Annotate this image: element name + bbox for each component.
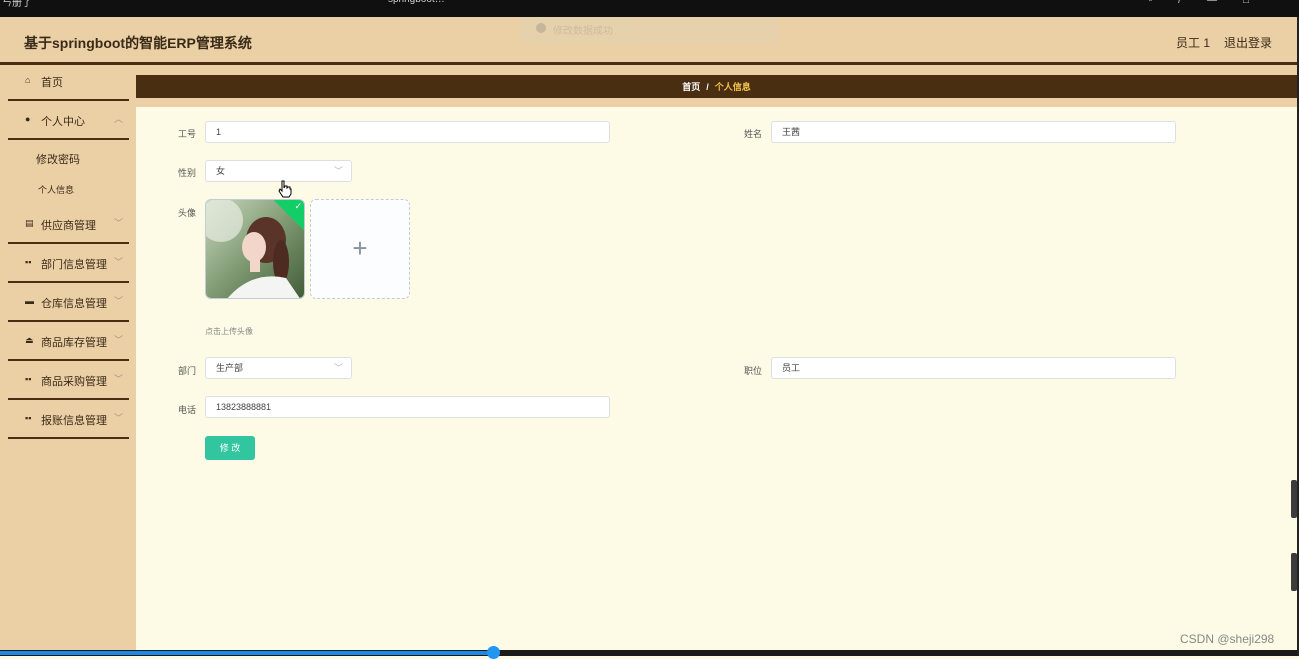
- avatar-upload-button[interactable]: +: [310, 199, 410, 299]
- sidebar-item-label: 供应商管理: [41, 220, 96, 232]
- name-label: 姓名: [744, 129, 763, 139]
- sidebar-item-label: 商品采购管理: [41, 376, 107, 388]
- department-select[interactable]: 生产部 ﹀: [205, 357, 352, 379]
- warehouse-icon: ▬: [25, 296, 34, 306]
- scrollbar-thumb-secondary[interactable]: [1291, 553, 1297, 591]
- hand-cursor-icon: [278, 180, 292, 198]
- chevron-down-icon: ﹀: [113, 374, 123, 384]
- sidebar-item-warehouse[interactable]: ▬ 仓库信息管理 ﹀: [8, 283, 129, 322]
- sidebar-subitem-personal-info[interactable]: 个人信息: [8, 174, 129, 204]
- breadcrumb-top-band: [136, 65, 1297, 75]
- job-no-label: 工号: [178, 129, 197, 139]
- avatar-upload-tip: 点击上传头像: [205, 327, 253, 336]
- sidebar-item-label: 仓库信息管理: [41, 298, 107, 310]
- breadcrumb: 首页 / 个人信息: [136, 75, 1297, 98]
- toast-message: 修改数据成功: [553, 26, 613, 37]
- document-icon: ▤: [25, 218, 34, 228]
- current-user: 员工 1: [1176, 36, 1211, 50]
- avatar-label: 头像: [178, 208, 197, 218]
- sidebar-subitem-label: 修改密码: [36, 154, 80, 166]
- app-title: 基于springboot的智能ERP管理系统: [24, 35, 252, 51]
- window-title-text: springboot…: [388, 0, 445, 5]
- avatar-image[interactable]: ✓: [205, 199, 305, 299]
- grid-icon: ▪▪: [25, 257, 32, 267]
- scrollbar-thumb[interactable]: [1291, 480, 1297, 518]
- position-label: 职位: [744, 366, 763, 376]
- gender-select-value: 女: [216, 166, 226, 176]
- breadcrumb-separator: /: [706, 82, 709, 92]
- success-icon: [536, 23, 546, 33]
- chevron-up-icon: ︿: [113, 114, 123, 124]
- department-select-value: 生产部: [216, 363, 244, 373]
- sidebar-item-home[interactable]: ⌂ 首页: [8, 62, 129, 101]
- job-no-input[interactable]: 1: [205, 121, 610, 143]
- window-controls[interactable]: ▫/—□: [1149, 0, 1275, 6]
- sidebar-item-expense[interactable]: ▪▪ 报账信息管理 ﹀: [8, 400, 129, 439]
- name-input[interactable]: 王茜: [771, 121, 1176, 143]
- phone-label: 电话: [178, 405, 197, 415]
- plus-icon: +: [352, 233, 368, 263]
- breadcrumb-current: 个人信息: [714, 82, 751, 92]
- chevron-down-icon: ﹀: [113, 257, 123, 267]
- sidebar-subitem-label: 个人信息: [38, 185, 75, 195]
- sidebar-item-label: 个人中心: [41, 116, 85, 128]
- sidebar-item-inventory[interactable]: ⏏ 商品库存管理 ﹀: [8, 322, 129, 361]
- grid-icon: ▪▪: [25, 374, 32, 384]
- chevron-down-icon: ﹀: [113, 218, 123, 228]
- department-label: 部门: [178, 366, 197, 376]
- gender-select[interactable]: 女 ﹀: [205, 160, 352, 182]
- sidebar-subitem-change-password[interactable]: 修改密码: [8, 142, 129, 172]
- sidebar-item-personal-center[interactable]: ● 个人中心 ︿: [8, 101, 129, 140]
- watermark: CSDN @sheji298: [1180, 632, 1275, 646]
- check-icon: ✓: [294, 201, 302, 211]
- chevron-down-icon: ﹀: [113, 413, 123, 423]
- phone-input[interactable]: 13823888881: [205, 396, 610, 418]
- chevron-down-icon: ﹀: [333, 166, 343, 176]
- sidebar-item-label: 报账信息管理: [41, 415, 107, 427]
- update-button[interactable]: 修 改: [205, 436, 255, 460]
- gender-label: 性别: [178, 168, 197, 178]
- sidebar-item-label: 商品库存管理: [41, 337, 107, 349]
- chevron-down-icon: ﹀: [333, 363, 343, 373]
- person-upload-icon: ⏏: [25, 335, 34, 345]
- position-input[interactable]: 员工: [771, 357, 1176, 379]
- chevron-down-icon: ﹀: [113, 335, 123, 345]
- grid-icon: ▪▪: [25, 413, 32, 423]
- breadcrumb-bottom-band: [136, 98, 1297, 107]
- window-title-bar: ㄣ册了 springboot… ▫/—□: [0, 0, 1299, 17]
- sidebar-item-label: 部门信息管理: [41, 259, 107, 271]
- success-toast: 修改数据成功: [521, 17, 778, 44]
- window-left-glyphs: ㄣ册了: [2, 0, 32, 9]
- home-icon: ⌂: [25, 75, 31, 85]
- video-progress-knob[interactable]: [487, 646, 500, 659]
- sidebar-item-label: 首页: [41, 77, 63, 89]
- video-progress-fill: [0, 651, 493, 655]
- logout-link[interactable]: 退出登录: [1224, 34, 1272, 51]
- sidebar-item-department[interactable]: ▪▪ 部门信息管理 ﹀: [8, 244, 129, 283]
- user-icon: ●: [25, 114, 31, 124]
- chevron-down-icon: ﹀: [113, 296, 123, 306]
- sidebar-item-supplier[interactable]: ▤ 供应商管理 ﹀: [8, 205, 129, 244]
- breadcrumb-home[interactable]: 首页: [682, 82, 700, 92]
- sidebar-item-purchase[interactable]: ▪▪ 商品采购管理 ﹀: [8, 361, 129, 400]
